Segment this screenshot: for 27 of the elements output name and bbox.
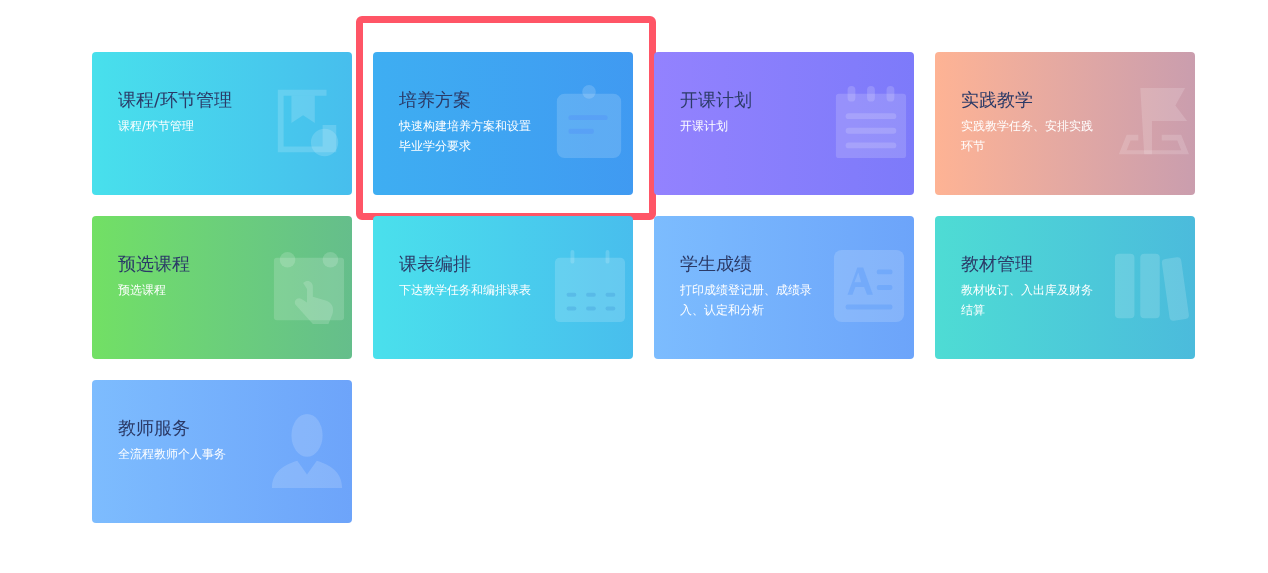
module-card[interactable]: 课程/环节管理 课程/环节管理	[92, 52, 352, 195]
card-title: 预选课程	[118, 252, 191, 276]
module-card[interactable]: 课表编排 下达教学任务和编排课表	[373, 216, 633, 359]
card-title: 教材管理	[961, 252, 1034, 276]
module-card[interactable]: 开课计划 开课计划	[654, 52, 914, 195]
card-description: 下达教学任务和编排课表	[399, 282, 532, 299]
card-description: 教材收订、入出库及财务结算	[961, 282, 1094, 319]
card-title: 课表编排	[399, 252, 472, 276]
module-card[interactable]: 预选课程 预选课程	[92, 216, 352, 359]
card-description: 实践教学任务、安排实践环节	[961, 118, 1094, 155]
card-title: 培养方案	[399, 88, 472, 112]
card-title: 学生成绩	[680, 252, 753, 276]
card-title: 开课计划	[680, 88, 753, 112]
module-card[interactable]: 培养方案 快速构建培养方案和设置毕业学分要求	[373, 52, 633, 195]
card-description: 开课计划	[680, 118, 729, 135]
module-card[interactable]: 教师服务 全流程教师个人事务	[92, 380, 352, 523]
card-title: 课程/环节管理	[118, 88, 234, 112]
card-description: 预选课程	[118, 282, 167, 299]
module-card[interactable]: 教材管理 教材收订、入出库及财务结算	[935, 216, 1195, 359]
card-description: 快速构建培养方案和设置毕业学分要求	[399, 118, 532, 155]
card-title: 教师服务	[118, 416, 191, 440]
card-description: 全流程教师个人事务	[118, 446, 227, 463]
card-description: 课程/环节管理	[118, 118, 195, 135]
card-description: 打印成绩登记册、成绩录入、认定和分析	[680, 282, 813, 319]
card-title: 实践教学	[961, 88, 1034, 112]
module-card[interactable]: 实践教学 实践教学任务、安排实践环节	[935, 52, 1195, 195]
module-card[interactable]: 学生成绩 打印成绩登记册、成绩录入、认定和分析	[654, 216, 914, 359]
